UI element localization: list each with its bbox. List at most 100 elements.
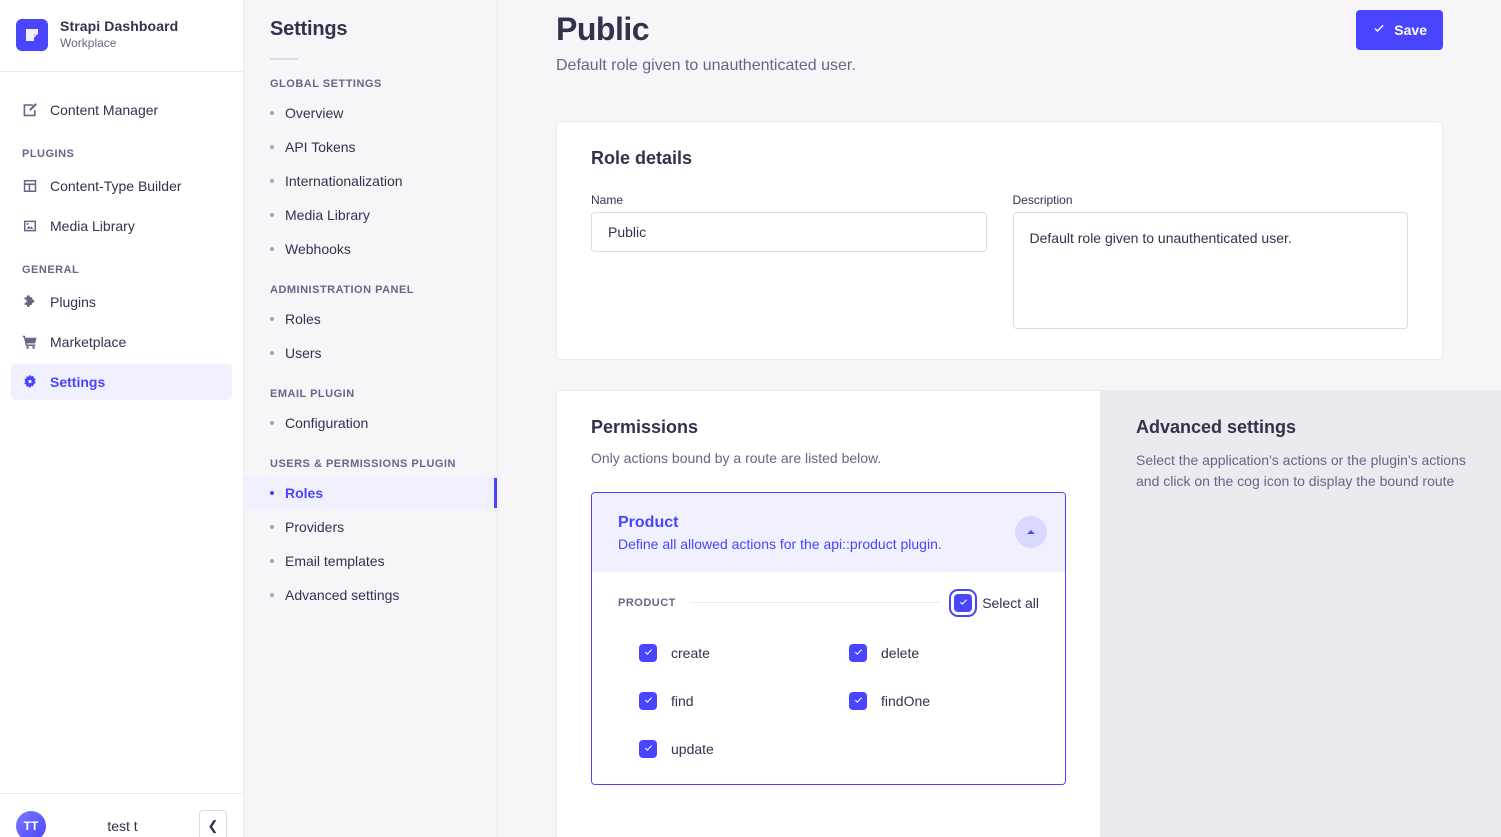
check-icon (1372, 22, 1386, 39)
permission-action-update[interactable]: update (639, 739, 829, 758)
subnav-item-admin-roles[interactable]: Roles (244, 302, 497, 336)
permission-action-create[interactable]: create (639, 643, 829, 662)
description-textarea[interactable] (1012, 212, 1408, 330)
sidebar-item-label: Marketplace (50, 334, 127, 350)
save-button-label: Save (1394, 22, 1427, 38)
permissions-section: Permissions Only actions bound by a rout… (556, 390, 1501, 837)
sidebar-item-label: Content-Type Builder (50, 178, 182, 194)
checkbox[interactable] (639, 739, 657, 758)
permissions-heading: Permissions (591, 417, 699, 438)
subnav-item-label: Webhooks (285, 241, 351, 257)
subnav-item-overview[interactable]: Overview (244, 96, 497, 130)
description-label: Description (1012, 193, 1073, 208)
subnav-item-label: Configuration (285, 415, 369, 431)
subnav-item-label: API Tokens (285, 139, 356, 155)
subnav-item-email-templates[interactable]: Email templates (244, 544, 497, 578)
avatar[interactable]: TT (16, 810, 46, 837)
page-header: Public Default role given to unauthentic… (498, 0, 1501, 75)
select-all-group[interactable]: Select all (949, 588, 1039, 617)
shopping-cart-icon (22, 334, 38, 350)
plugin-description: Define all allowed actions for the api::… (618, 535, 942, 552)
checkbox[interactable] (849, 643, 867, 662)
role-details-fields: Name Description (591, 193, 1408, 330)
checkbox[interactable] (849, 691, 867, 710)
bullet-icon (270, 145, 274, 149)
settings-subnav-header: Settings (244, 0, 497, 60)
plugin-name: Product (618, 514, 679, 532)
puzzle-icon (22, 294, 38, 310)
settings-title: Settings (270, 18, 348, 40)
bullet-icon (270, 351, 274, 355)
subnav-item-configuration[interactable]: Configuration (244, 406, 497, 440)
subnav-item-label: Users (285, 345, 322, 361)
strapi-logo-icon (16, 18, 48, 51)
sidebar-item-plugins[interactable]: Plugins (11, 284, 232, 320)
sidebar-item-label: Media Library (50, 218, 135, 234)
bullet-icon (270, 491, 274, 495)
subnav-item-label: Roles (285, 311, 321, 327)
subnav-item-advanced-settings[interactable]: Advanced settings (244, 578, 497, 612)
group-label: ADMINISTRATION PANEL (270, 284, 415, 296)
group-label: USERS & PERMISSIONS PLUGIN (270, 458, 456, 470)
settings-group-users-permissions: USERS & PERMISSIONS PLUGIN Roles Provide… (244, 440, 497, 612)
subnav-item-admin-users[interactable]: Users (244, 336, 497, 370)
settings-subnav: Settings GLOBAL SETTINGS Overview API To… (244, 0, 498, 837)
description-field-group: Description (1012, 193, 1408, 330)
settings-group-administration: ADMINISTRATION PANEL Roles Users (244, 266, 497, 370)
plugin-header[interactable]: Product Define all allowed actions for t… (592, 493, 1065, 572)
plugin-subsection-label: PRODUCT (618, 596, 676, 609)
plugin-body: PRODUCT Select all create delete find fi… (592, 571, 1065, 784)
sidebar-item-marketplace[interactable]: Marketplace (11, 324, 232, 360)
main-content: Public Default role given to unauthentic… (498, 0, 1501, 837)
subnav-item-webhooks[interactable]: Webhooks (244, 232, 497, 266)
permission-action-find[interactable]: find (639, 691, 829, 710)
permission-action-delete[interactable]: delete (849, 643, 1039, 662)
subnav-item-media-library[interactable]: Media Library (244, 198, 497, 232)
chevron-left-icon[interactable]: ❮ (199, 809, 227, 837)
select-all-checkbox[interactable] (949, 588, 978, 617)
permission-action-findone[interactable]: findOne (849, 691, 1039, 710)
page-header-text: Public Default role given to unauthentic… (556, 10, 856, 75)
sidebar-item-content-type-builder[interactable]: Content-Type Builder (11, 168, 232, 204)
role-details-card: Role details Name Description (556, 121, 1443, 361)
subnav-item-label: Advanced settings (285, 587, 400, 603)
sidebar-item-settings[interactable]: Settings (11, 364, 232, 400)
sidebar-item-media-library[interactable]: Media Library (11, 208, 232, 244)
subnav-item-providers[interactable]: Providers (244, 510, 497, 544)
image-icon (22, 218, 38, 234)
page-subtitle: Default role given to unauthenticated us… (556, 57, 856, 75)
sidebar-footer: TT test t ❮ (0, 793, 243, 837)
bullet-icon (270, 317, 274, 321)
brand-title: Strapi Dashboard (60, 18, 179, 35)
group-label: EMAIL PLUGIN (270, 388, 355, 400)
checkbox[interactable] (639, 691, 657, 710)
nav-section-general-label: GENERAL (22, 264, 80, 276)
subnav-item-api-tokens[interactable]: API Tokens (244, 130, 497, 164)
main-nav-list: Content Manager PLUGINS Content-Type Bui… (0, 72, 243, 837)
bullet-icon (270, 213, 274, 217)
divider (689, 602, 941, 604)
checkbox[interactable] (639, 643, 657, 662)
subnav-item-roles[interactable]: Roles (244, 476, 497, 510)
sidebar-item-label: Settings (50, 374, 106, 390)
gear-icon (22, 374, 38, 390)
subnav-item-internationalization[interactable]: Internationalization (244, 164, 497, 198)
permission-action-label: create (671, 644, 710, 661)
name-input[interactable] (591, 212, 987, 253)
subnav-item-label: Overview (285, 105, 344, 121)
chevron-up-icon[interactable] (1015, 516, 1047, 549)
bullet-icon (270, 179, 274, 183)
subnav-item-label: Email templates (285, 553, 385, 569)
sidebar-item-content-manager[interactable]: Content Manager (11, 92, 232, 128)
brand-header[interactable]: Strapi Dashboard Workplace (0, 0, 243, 72)
permission-actions-grid: create delete find findOne update (618, 643, 1039, 758)
save-button[interactable]: Save (1356, 10, 1443, 50)
name-label: Name (591, 193, 624, 208)
bullet-icon (270, 525, 274, 529)
group-label: GLOBAL SETTINGS (270, 78, 382, 90)
layout-icon (22, 178, 38, 194)
advanced-settings-panel: Advanced settings Select the application… (1100, 391, 1500, 837)
nav-section-plugins-label: PLUGINS (22, 148, 75, 160)
pencil-square-icon (22, 102, 38, 118)
select-all-label: Select all (982, 594, 1039, 611)
